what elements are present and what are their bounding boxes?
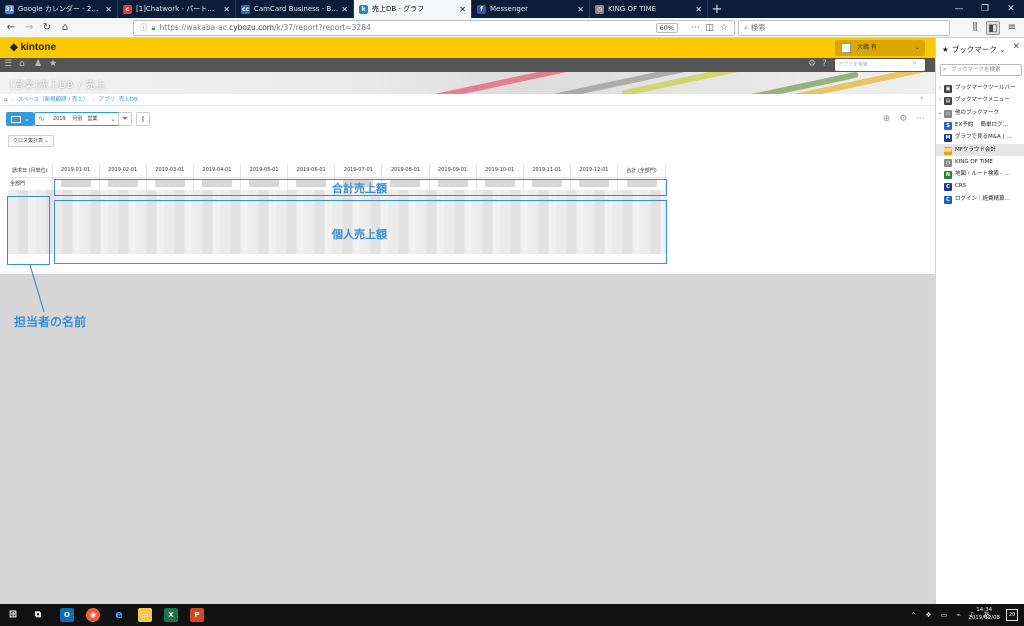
window-controls: — ❐ ✕ (946, 0, 1024, 18)
bookmark-favicon-icon: M (944, 134, 952, 143)
firefox-icon[interactable]: ◉ (86, 608, 100, 622)
search-icon: ⌕ (943, 66, 947, 73)
sidebar-title: ブックマーク (951, 45, 997, 54)
restore-icon[interactable]: ❐ (972, 0, 998, 18)
bookmark-label: グラフで見るM&A | … (955, 134, 1012, 141)
person-name-annotation: 担当者の名前 (14, 315, 87, 329)
windows-taskbar: ⊞ ⧉ O ◉ e ▭ X P ⌃ ❖ ▭ ⌁ ♪ あ 14:34 2019/0… (0, 604, 1024, 626)
clock-date: 2019/02/08 (968, 615, 1000, 621)
bookmark-search-placeholder: ブックマークを検索 (951, 67, 1001, 73)
windows-start-icon[interactable]: ⊞ (6, 608, 20, 622)
clock-time: 14:34 (976, 607, 993, 613)
task-view-icon[interactable]: ⧉ (31, 608, 45, 622)
bookmark-label: ブックマークメニュー (955, 97, 1010, 104)
bookmark-item[interactable]: S EX予約 簡単ログ… (936, 119, 1024, 131)
bookmark-label: 他のブックマーク (955, 109, 1000, 116)
annotation-arrow (29, 264, 45, 313)
bookmark-item[interactable]: M グラフで見るM&A | … (936, 131, 1024, 143)
twisty-icon: › (938, 97, 942, 104)
notification-center-icon[interactable]: 20 (1006, 609, 1018, 621)
bookmark-item[interactable]: N 地図・ルート検索 - … (936, 168, 1024, 180)
bookmark-sidebar: ★ ブックマーク ⌄ ✕ ⌕ ブックマークを検索 › ▣ ブックマークツールバー › ▤ ブッ… (935, 38, 1024, 604)
bookmark-favicon-icon: ▤ (944, 97, 952, 106)
bookmark-label: EX予約 簡単ログ… (955, 121, 1008, 128)
bookmark-item[interactable]: MF MFクラウド会計 (936, 143, 1024, 156)
bookmark-favicon-icon: N (944, 171, 952, 180)
twisty-icon: › (938, 85, 942, 91)
bookmark-item[interactable]: ⌄ ▭ 他のブックマーク (936, 107, 1024, 119)
edge-icon[interactable]: e (112, 608, 126, 622)
sidebar-header[interactable]: ★ ブックマーク ⌄ (942, 44, 1005, 55)
file-explorer-icon[interactable]: ▭ (138, 608, 152, 622)
bookmark-favicon-icon: ▭ (944, 109, 952, 118)
outlook-icon[interactable]: O (60, 608, 74, 622)
powerpoint-icon[interactable]: P (190, 608, 204, 622)
bookmark-item[interactable]: › ▤ ブックマークメニュー (936, 94, 1024, 106)
network-icon[interactable]: ⌁ (956, 607, 960, 623)
bookmark-search-input[interactable]: ⌕ ブックマークを検索 (940, 64, 1022, 76)
bookmark-item[interactable]: ◷ KING OF TIME (936, 156, 1024, 168)
bookmark-item[interactable]: C CRS (936, 180, 1024, 192)
bookmark-label: ログイン｜経費精算… (955, 195, 1011, 202)
library-icon[interactable]: ⫼ (968, 21, 982, 35)
excel-icon[interactable]: X (164, 608, 178, 622)
battery-icon[interactable]: ▭ (941, 607, 948, 623)
bookmark-label: CRS (955, 183, 967, 190)
sidebar-toggle-icon[interactable]: ◧ (986, 21, 1000, 35)
star-icon: ★ (942, 45, 949, 54)
bookmark-favicon-icon: S (944, 121, 952, 130)
bookmark-favicon-icon: ▣ (944, 85, 952, 93)
twisty-icon: ⌄ (937, 109, 943, 116)
minimize-icon[interactable]: — (946, 0, 972, 18)
bookmark-favicon-icon: C (944, 195, 952, 204)
bookmark-label: KING OF TIME (955, 158, 993, 165)
close-icon[interactable]: ✕ (1012, 42, 1020, 52)
dropbox-icon[interactable]: ❖ (925, 607, 931, 623)
bookmark-label: ブックマークツールバー (955, 85, 1016, 91)
bookmark-favicon-icon: ◷ (944, 158, 952, 167)
tray-chevron-icon[interactable]: ⌃ (911, 607, 917, 623)
bookmark-item[interactable]: C ログイン｜経費精算… (936, 193, 1024, 205)
close-window-icon[interactable]: ✕ (998, 0, 1024, 18)
clock[interactable]: 14:34 2019/02/08 (968, 606, 1000, 622)
bookmark-favicon-icon: MF (944, 146, 953, 155)
menu-icon[interactable]: ≡ (1005, 21, 1019, 35)
bookmark-item[interactable]: › ▣ ブックマークツールバー (936, 82, 1024, 94)
bookmark-label: 地図・ルート検索 - … (955, 171, 1010, 178)
bookmark-label: MFクラウド会計 (955, 146, 996, 153)
bookmark-favicon-icon: C (944, 183, 952, 192)
